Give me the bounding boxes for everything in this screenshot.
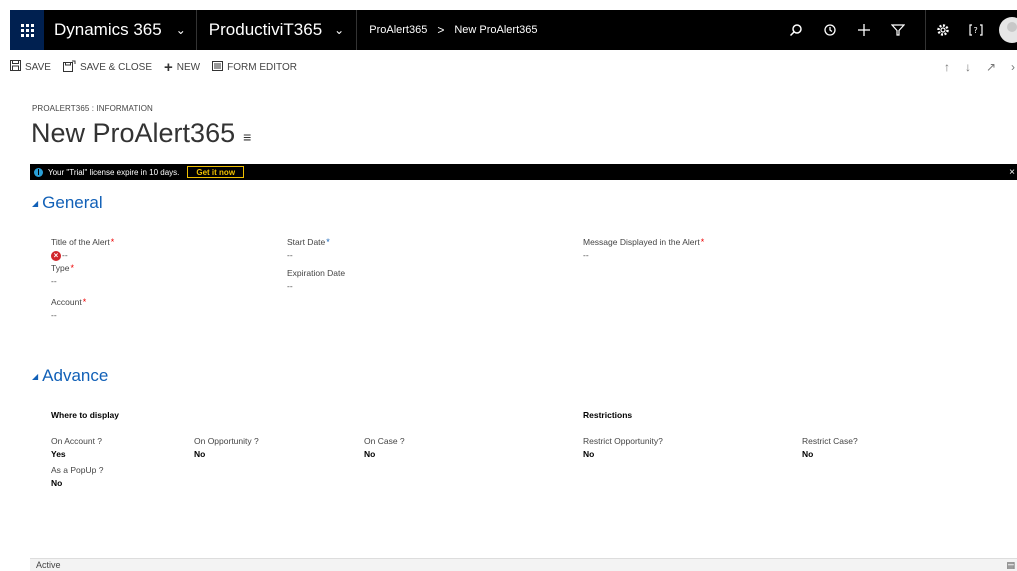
nav-actions: ? — [779, 10, 1017, 50]
close-icon[interactable]: × — [1009, 167, 1015, 178]
expiration-date-label: Expiration Date — [287, 268, 346, 278]
chevron-right-icon[interactable]: › — [1011, 60, 1015, 74]
restrict-case-field[interactable]: No — [802, 449, 813, 459]
arrow-up-icon[interactable]: ↑ — [944, 60, 950, 74]
collapse-triangle-icon: ◢ — [32, 371, 39, 381]
restrict-opportunity-label: Restrict Opportunity? — [583, 436, 663, 446]
on-case-field[interactable]: No — [364, 449, 375, 459]
popup-field[interactable]: No — [51, 478, 62, 488]
record-navigation: ↑ ↓ ↗ › — [929, 60, 1017, 74]
on-account-field[interactable]: Yes — [51, 449, 66, 459]
search-icon[interactable] — [779, 10, 813, 50]
save-close-label: SAVE & CLOSE — [79, 61, 153, 73]
type-field[interactable]: -- — [51, 276, 57, 286]
save-button[interactable]: SAVE — [10, 60, 51, 74]
chevron-right-icon: > — [437, 23, 445, 37]
license-banner: Your "Trial" license expire in 10 days. … — [30, 164, 1017, 180]
account-label: Account* — [51, 297, 86, 307]
breadcrumb-entity[interactable]: ProAlert365 — [369, 24, 427, 36]
svg-text:?: ? — [974, 26, 978, 35]
brand-label: Dynamics 365 — [54, 20, 162, 39]
app-menu[interactable]: ProductiviT365 ⌄ — [197, 10, 358, 50]
type-label: Type* — [51, 263, 74, 273]
where-to-display-heading: Where to display — [51, 410, 120, 420]
expiration-date-field[interactable]: -- — [287, 281, 293, 291]
form-editor-label: FORM EDITOR — [227, 61, 297, 73]
restrict-opportunity-field[interactable]: No — [583, 449, 594, 459]
help-icon[interactable]: ? — [959, 10, 993, 50]
restrictions-heading: Restrictions — [583, 410, 633, 420]
plus-icon[interactable] — [847, 10, 881, 50]
title-alert-label: Title of the Alert* — [51, 237, 114, 247]
expand-icon[interactable]: ↗ — [986, 60, 996, 74]
status-label: Active — [36, 560, 61, 570]
type-label-text: Type — [51, 263, 70, 273]
save-icon[interactable]: ▤ — [1006, 559, 1015, 571]
advance-section-header[interactable]: ◢ Advance — [32, 366, 108, 386]
app-label: ProductiviT365 — [208, 20, 323, 39]
account-label-text: Account — [51, 297, 82, 307]
new-label: NEW — [176, 61, 201, 73]
get-it-now-button[interactable]: Get it now — [187, 166, 245, 178]
message-field[interactable]: -- — [583, 250, 589, 260]
required-icon: * — [82, 297, 87, 307]
message-label: Message Displayed in the Alert* — [583, 237, 704, 247]
recommended-icon: * — [326, 237, 330, 247]
popup-label: As a PopUp ? — [51, 465, 104, 475]
title-alert-value: -- — [62, 250, 68, 260]
form-editor-icon — [212, 60, 224, 74]
title-alert-field[interactable]: × -- — [51, 250, 68, 261]
new-button[interactable]: + NEW — [164, 59, 200, 76]
on-opportunity-field[interactable]: No — [194, 449, 205, 459]
record-title-text: New ProAlert365 — [31, 118, 236, 148]
form-menu-icon[interactable]: ≡ — [243, 129, 251, 145]
required-icon: * — [700, 237, 705, 247]
app-launcher-button[interactable] — [10, 10, 44, 50]
top-bar: Dynamics 365 ⌄ ProductiviT365 ⌄ ProAlert… — [0, 0, 1017, 50]
gear-icon[interactable] — [925, 10, 959, 50]
chevron-down-icon: ⌄ — [334, 23, 345, 37]
start-date-label-text: Start Date — [287, 237, 326, 247]
general-section-title: General — [42, 193, 103, 212]
message-label-text: Message Displayed in the Alert — [583, 237, 700, 247]
plus-icon: + — [164, 58, 173, 76]
info-icon — [34, 167, 43, 177]
chevron-down-icon: ⌄ — [175, 23, 186, 37]
on-account-label: On Account ? — [51, 436, 103, 446]
entity-form-label[interactable]: PROALERT365 : INFORMATION — [32, 104, 153, 113]
arrow-down-icon[interactable]: ↓ — [965, 60, 971, 74]
save-and-close-button[interactable]: SAVE & CLOSE — [62, 60, 153, 75]
required-icon: * — [70, 263, 74, 273]
command-bar: SAVE SAVE & CLOSE + NEW FORM EDITOR ↑ ↓ … — [10, 53, 1017, 81]
error-icon: × — [51, 250, 61, 261]
avatar[interactable] — [999, 17, 1017, 43]
status-footer: Active ▤ — [30, 558, 1017, 571]
required-icon: * — [110, 237, 115, 247]
save-close-icon — [62, 60, 76, 75]
account-field[interactable]: -- — [51, 310, 57, 320]
start-date-label: Start Date* — [287, 237, 330, 247]
history-icon[interactable] — [813, 10, 847, 50]
start-date-field[interactable]: -- — [287, 250, 293, 260]
filter-icon[interactable] — [881, 10, 915, 50]
collapse-triangle-icon: ◢ — [32, 198, 39, 208]
title-alert-label-text: Title of the Alert — [51, 237, 110, 247]
page-title: New ProAlert365 ≡ — [31, 118, 251, 149]
save-label: SAVE — [25, 61, 51, 73]
form-editor-button[interactable]: FORM EDITOR — [212, 60, 297, 74]
navigation-bar: Dynamics 365 ⌄ ProductiviT365 ⌄ ProAlert… — [10, 10, 1017, 50]
on-case-label: On Case ? — [364, 436, 405, 446]
breadcrumb: ProAlert365 > New ProAlert365 — [357, 23, 537, 37]
advance-section-title: Advance — [42, 366, 109, 385]
license-message: Your "Trial" license expire in 10 days. — [48, 167, 180, 177]
save-icon — [10, 60, 21, 74]
restrict-case-label: Restrict Case? — [802, 436, 858, 446]
waffle-icon — [20, 23, 34, 37]
general-section-header[interactable]: ◢ General — [32, 193, 103, 213]
breadcrumb-record[interactable]: New ProAlert365 — [454, 24, 537, 36]
brand-menu[interactable]: Dynamics 365 ⌄ — [44, 10, 197, 50]
on-opportunity-label: On Opportunity ? — [194, 436, 259, 446]
